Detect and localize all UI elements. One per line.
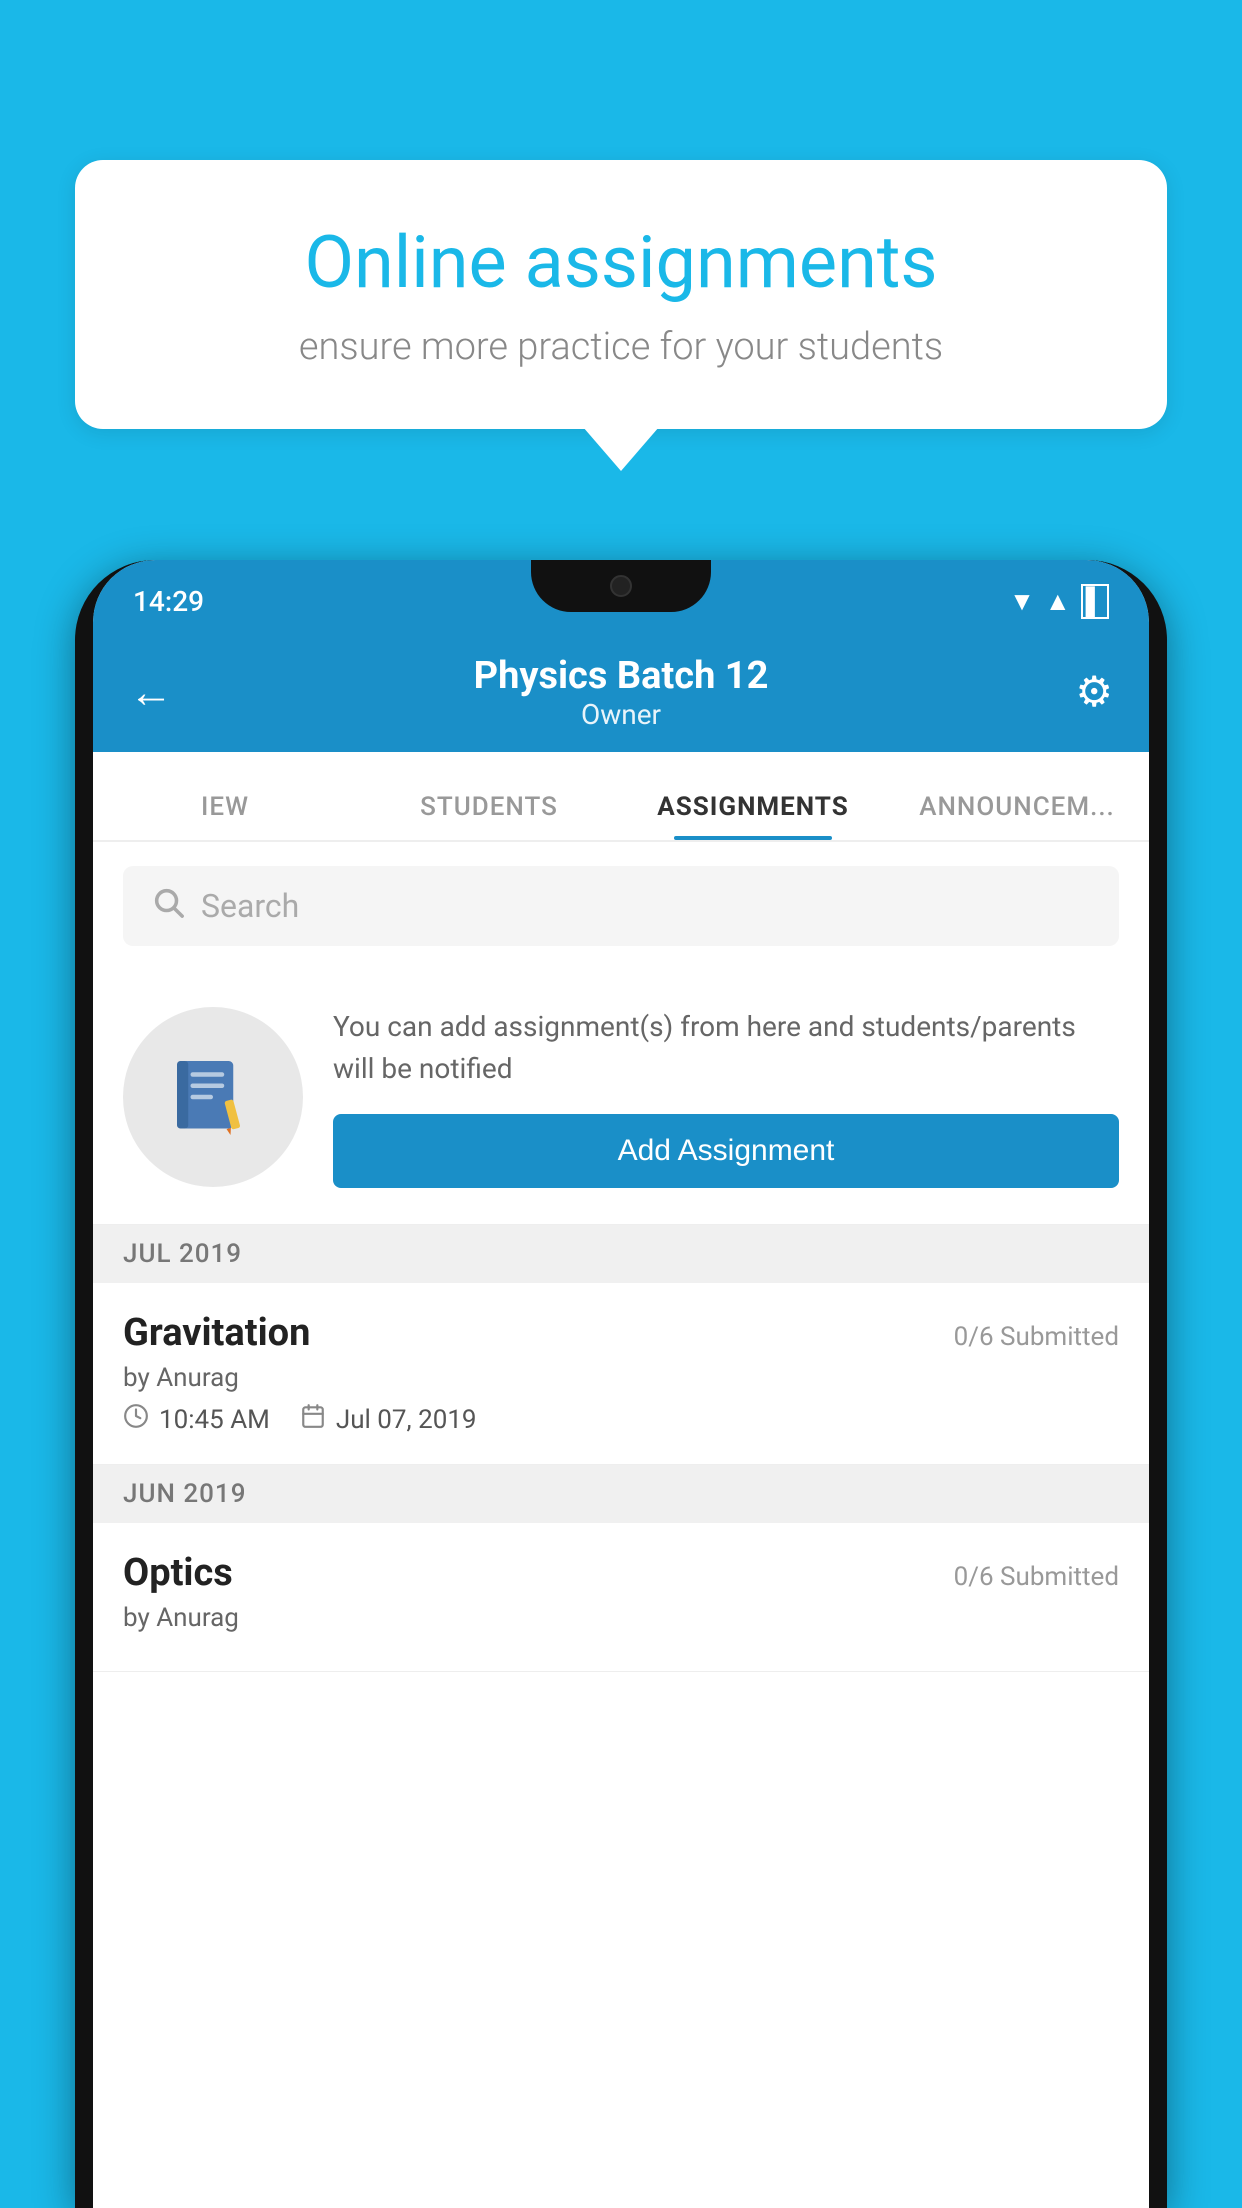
camera-dot — [610, 575, 632, 597]
search-bar[interactable]: Search — [123, 866, 1119, 946]
screen: 14:29 ▼ ▲ ▌ ← Physics Batch 12 Owner ⚙ — [93, 560, 1149, 2208]
status-time: 14:29 — [133, 585, 204, 618]
notch — [531, 560, 711, 612]
assignment-top-row-optics: Optics 0/6 Submitted — [123, 1551, 1119, 1595]
assignment-by-gravitation: by Anurag — [123, 1363, 1119, 1393]
notebook-svg-icon — [168, 1052, 258, 1142]
add-assignment-button[interactable]: Add Assignment — [333, 1114, 1119, 1188]
assignment-submitted-optics: 0/6 Submitted — [954, 1562, 1119, 1592]
assignment-by-optics: by Anurag — [123, 1603, 1119, 1633]
app-header: ← Physics Batch 12 Owner ⚙ — [93, 632, 1149, 752]
header-subtitle: Owner — [189, 698, 1053, 731]
tabs-bar: IEW STUDENTS ASSIGNMENTS ANNOUNCEM... — [93, 752, 1149, 842]
promo-section: You can add assignment(s) from here and … — [93, 970, 1149, 1225]
bubble-title: Online assignments — [145, 220, 1097, 305]
phone-inner: 14:29 ▼ ▲ ▌ ← Physics Batch 12 Owner ⚙ — [93, 560, 1149, 2208]
promo-icon-circle — [123, 1007, 303, 1187]
search-placeholder: Search — [201, 887, 299, 925]
search-container: Search — [93, 842, 1149, 970]
settings-icon[interactable]: ⚙ — [1053, 667, 1113, 717]
tab-students[interactable]: STUDENTS — [357, 792, 621, 840]
signal-icon: ▲ — [1045, 586, 1071, 617]
calendar-icon — [300, 1403, 326, 1436]
back-button[interactable]: ← — [129, 666, 189, 718]
assignment-name-gravitation: Gravitation — [123, 1311, 310, 1355]
phone-frame: 14:29 ▼ ▲ ▌ ← Physics Batch 12 Owner ⚙ — [75, 560, 1167, 2208]
tab-iew[interactable]: IEW — [93, 792, 357, 840]
assignment-name-optics: Optics — [123, 1551, 233, 1595]
header-title-area: Physics Batch 12 Owner — [189, 654, 1053, 731]
assignment-item-optics[interactable]: Optics 0/6 Submitted by Anurag — [93, 1523, 1149, 1672]
search-icon — [151, 885, 185, 928]
clock-icon — [123, 1403, 149, 1436]
assignment-submitted-gravitation: 0/6 Submitted — [954, 1322, 1119, 1352]
assignment-item-gravitation[interactable]: Gravitation 0/6 Submitted by Anurag 10:4… — [93, 1283, 1149, 1465]
time-value-gravitation: 10:45 AM — [159, 1405, 270, 1435]
meta-time-gravitation: 10:45 AM — [123, 1403, 270, 1436]
wifi-icon: ▼ — [1009, 586, 1035, 617]
promo-text-area: You can add assignment(s) from here and … — [333, 1006, 1119, 1188]
assignment-top-row: Gravitation 0/6 Submitted — [123, 1311, 1119, 1355]
tab-assignments[interactable]: ASSIGNMENTS — [621, 792, 885, 840]
date-value-gravitation: Jul 07, 2019 — [336, 1405, 477, 1435]
assignment-meta-gravitation: 10:45 AM Jul 07, 2019 — [123, 1403, 1119, 1436]
tab-announcements[interactable]: ANNOUNCEM... — [885, 792, 1149, 840]
bubble-subtitle: ensure more practice for your students — [145, 325, 1097, 369]
status-icons: ▼ ▲ ▌ — [1009, 584, 1109, 619]
header-title: Physics Batch 12 — [189, 654, 1053, 698]
meta-date-gravitation: Jul 07, 2019 — [300, 1403, 477, 1436]
battery-icon: ▌ — [1081, 584, 1109, 619]
promo-description: You can add assignment(s) from here and … — [333, 1006, 1119, 1090]
section-divider-jun: JUN 2019 — [93, 1465, 1149, 1523]
speech-bubble: Online assignments ensure more practice … — [75, 160, 1167, 429]
section-divider-jul: JUL 2019 — [93, 1225, 1149, 1283]
speech-bubble-container: Online assignments ensure more practice … — [75, 160, 1167, 429]
